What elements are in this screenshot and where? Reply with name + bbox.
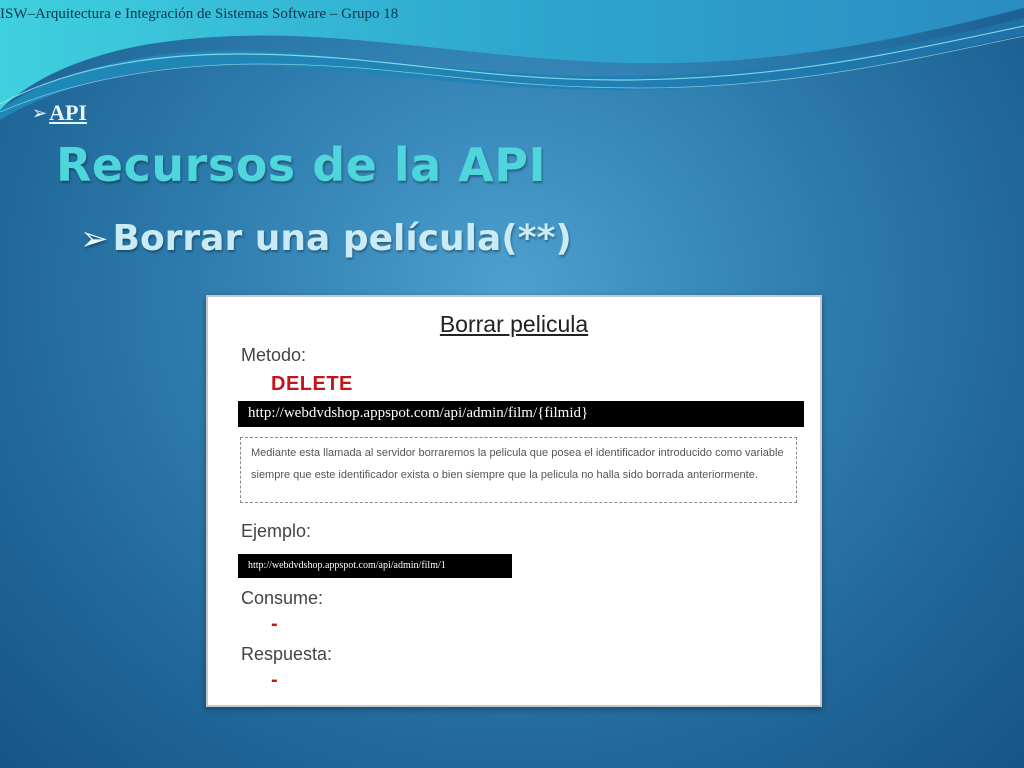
bullet-arrow-icon: ➢	[80, 218, 109, 259]
slide-subtitle-text: Borrar una película(**)	[112, 218, 572, 259]
response-value: -	[271, 669, 278, 691]
method-value: DELETE	[271, 373, 353, 395]
endpoint-url: http://webdvdshop.appspot.com/api/admin/…	[238, 401, 804, 427]
breadcrumb-link-api[interactable]: API	[49, 100, 87, 126]
method-label: Metodo:	[241, 345, 307, 365]
slide-title: Recursos de la API	[56, 138, 547, 192]
slide-subtitle: ➢ Borrar una película(**)	[80, 218, 572, 259]
panel-heading: Borrar pelicula	[439, 311, 589, 337]
breadcrumb: ➢ API	[32, 100, 87, 126]
header-text: ISW–Arquitectura e Integración de Sistem…	[0, 6, 399, 22]
example-label: Ejemplo:	[241, 521, 312, 541]
example-url: http://webdvdshop.appspot.com/api/admin/…	[238, 554, 512, 578]
consume-value: -	[271, 613, 278, 635]
api-doc-panel: Borrar pelicula Metodo: DELETE http://we…	[206, 295, 822, 707]
bullet-arrow-icon: ➢	[32, 102, 48, 123]
description-box: Mediante esta llamada al servidor borrar…	[240, 437, 797, 503]
response-label: Respuesta:	[241, 644, 333, 664]
consume-label: Consume:	[241, 588, 324, 608]
